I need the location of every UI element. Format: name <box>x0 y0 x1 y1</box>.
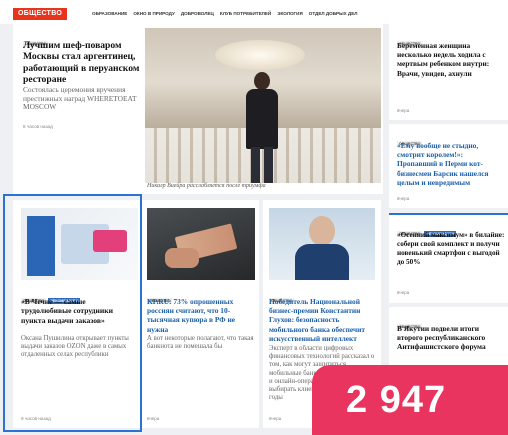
section-nav: ОБРАЗОВАНИЕ ОКНО В ПРИРОДУ ДОБРОВОЛЕЦ КЛ… <box>92 11 358 16</box>
nav-item-education[interactable]: ОБРАЗОВАНИЕ <box>92 11 127 16</box>
side-news-3[interactable]: ОБЩЕСТВО РЕКОМЕНДУЕМ «Осенний максимум» в… <box>389 213 508 303</box>
side-time: вчера <box>397 108 410 113</box>
selection-outline <box>3 194 142 432</box>
side-news-1[interactable]: ОБЩЕСТВО Беременная женщина несколько не… <box>389 24 508 120</box>
side-title[interactable]: «Осенний максимум» в билайне: собери сво… <box>397 231 505 267</box>
counter-overlay[interactable]: 2 947 <box>312 365 508 435</box>
nav-item-ecology[interactable]: ЭКОЛОГИЯ <box>277 11 303 16</box>
section-header: ОБЩЕСТВО ОБРАЗОВАНИЕ ОКНО В ПРИРОДУ ДОБР… <box>0 0 508 24</box>
nav-item-consumers[interactable]: КЛУБ ПОТРЕБИТЕЛЕЙ <box>220 11 271 16</box>
person-silhouette <box>243 72 281 183</box>
news-card-banknote[interactable]: ОБЩЕСТВО KP.RU: 73% опрошенных россиян с… <box>143 200 259 428</box>
side-title[interactable]: В Якутии подвели итоги второго республик… <box>397 324 505 352</box>
card-title[interactable]: KP.RU: 73% опрошенных россиян считают, ч… <box>147 297 255 334</box>
side-time: вчера <box>397 290 410 295</box>
side-title[interactable]: Беременная женщина несколько недель ходи… <box>397 41 505 78</box>
card-time: вчера <box>147 416 160 421</box>
side-time: вчера <box>397 196 410 201</box>
side-title[interactable]: «Ему вообще не стыдно, смотрит королем!»… <box>397 141 505 187</box>
section-tag[interactable]: ОБЩЕСТВО <box>13 8 68 20</box>
featured-time: 8 часов назад <box>23 124 53 129</box>
card-time: вчера <box>269 416 282 421</box>
chandelier-light <box>215 40 305 70</box>
photo-caption: Никалр Виейра расслабляется после триумф… <box>147 183 266 189</box>
nav-item-good-deeds[interactable]: ОТДЕЛ ДОБРЫХ ДЕЛ <box>309 11 358 16</box>
card-photo[interactable] <box>269 208 375 280</box>
nav-item-volunteer[interactable]: ДОБРОВОЛЕЦ <box>181 11 214 16</box>
featured-title[interactable]: Лучшим шеф-поваром Москвы стал аргентине… <box>23 40 145 85</box>
card-title[interactable]: Победитель Национальной бизнес-премии Ко… <box>269 297 377 343</box>
nav-item-nature[interactable]: ОКНО В ПРИРОДУ <box>133 11 175 16</box>
side-news-2[interactable]: ОБЩЕСТВО «Ему вообще не стыдно, смотрит … <box>389 124 508 208</box>
featured-description: Состоялась церемония вручения престижных… <box>23 85 137 112</box>
featured-photo[interactable] <box>145 28 381 183</box>
card-description: А вот некоторые полагают, что такая банк… <box>147 335 254 351</box>
card-photo[interactable] <box>147 208 255 280</box>
card-accent-line <box>389 213 508 215</box>
featured-article[interactable]: ОБЩЕСТВО Лучшим шеф-поваром Москвы стал … <box>13 24 383 194</box>
